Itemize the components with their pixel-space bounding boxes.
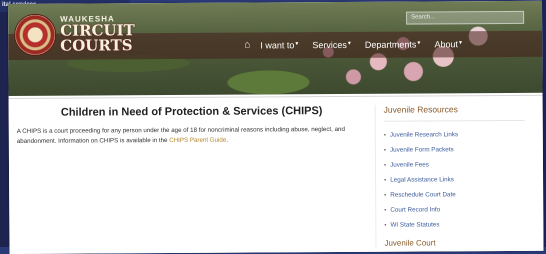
caret-icon: ▾ <box>458 39 462 46</box>
caret-icon: ▾ <box>347 40 351 47</box>
bullet-icon: • <box>383 132 386 139</box>
main-nav: ⌂ I want to▾ Services▾ Departments▾ Abou… <box>244 38 476 51</box>
intro-text-end: . <box>226 136 229 144</box>
intro-paragraph: A CHIPS is a court proceeding for any pe… <box>17 125 367 147</box>
sidebar-link-label: Juvenile Form Packets <box>389 146 454 154</box>
nav-item-departments[interactable]: Departments▾ <box>365 39 421 49</box>
page-content: Children in Need of Protection & Service… <box>8 94 544 254</box>
logo-bottom-text: COURTS <box>60 36 133 55</box>
sidebar-link-court-record[interactable]: • Court Record Info <box>384 202 525 218</box>
sidebar-link-legal-assistance[interactable]: • Legal Assistance Links <box>384 172 525 188</box>
sidebar-link-label: Juvenile Research Links <box>389 131 459 139</box>
nav-item-about[interactable]: About▾ <box>434 39 462 49</box>
nav-item-i-want-to[interactable]: I want to▾ <box>260 40 298 50</box>
bullet-icon: • <box>383 162 387 169</box>
sidebar-links: • Juvenile Research Links • Juvenile Form … <box>384 127 526 233</box>
sidebar-link-form-packets[interactable]: • Juvenile Form Packets <box>384 142 525 158</box>
sidebar-link-label: WI State Statutes <box>390 221 440 229</box>
page-title: Children in Need of Protection & Service… <box>60 105 323 119</box>
sidebar-subtitle: Juvenile Court <box>384 238 436 248</box>
home-icon[interactable]: ⌂ <box>244 40 250 51</box>
sidebar-link-label: Legal Assistance Links <box>390 176 454 184</box>
nav-item-label: Departments <box>364 39 417 50</box>
chips-parent-guide-link[interactable]: CHIPS Parent Guide <box>169 137 226 144</box>
bullet-icon: • <box>384 192 387 199</box>
sidebar-link-label: Reschedule Court Date <box>390 191 456 199</box>
bullet-icon: • <box>383 147 387 154</box>
sidebar-link-label: Court Record Info <box>390 206 441 214</box>
sidebar-link-fees[interactable]: • Juvenile Fees <box>384 157 525 173</box>
sidebar-link-juvenile-research[interactable]: • Juvenile Research Links <box>384 127 525 143</box>
caret-icon: ▾ <box>417 39 421 46</box>
sidebar: Juvenile Resources • Juvenile Research Li… <box>374 103 526 248</box>
sidebar-link-statutes[interactable]: • WI State Statutes <box>384 217 525 233</box>
bullet-icon: • <box>384 177 387 184</box>
nav-item-label: About <box>434 38 458 49</box>
main-article: Children in Need of Protection & Service… <box>17 105 367 147</box>
site-logo[interactable]: WAUKESHA CIRCUIT COURTS <box>14 11 135 58</box>
bullet-icon: • <box>384 222 387 229</box>
sidebar-link-reschedule[interactable]: • Reschedule Court Date <box>384 187 525 203</box>
browser-content: WAUKESHA CIRCUIT COURTS Search... ⌂ I wa… <box>8 0 544 254</box>
nav-item-label: I want to <box>260 39 295 50</box>
caret-icon: ▾ <box>295 40 299 47</box>
logo-text: WAUKESHA CIRCUIT COURTS <box>60 14 135 55</box>
nav-item-services[interactable]: Services▾ <box>312 39 351 49</box>
bullet-icon: • <box>384 207 387 214</box>
search-input[interactable]: Search... <box>406 10 525 25</box>
sidebar-link-label: Juvenile Fees <box>390 161 429 169</box>
sidebar-title: Juvenile Resources <box>383 103 525 122</box>
court-seal-icon <box>14 13 57 56</box>
nav-item-label: Services <box>312 39 347 50</box>
